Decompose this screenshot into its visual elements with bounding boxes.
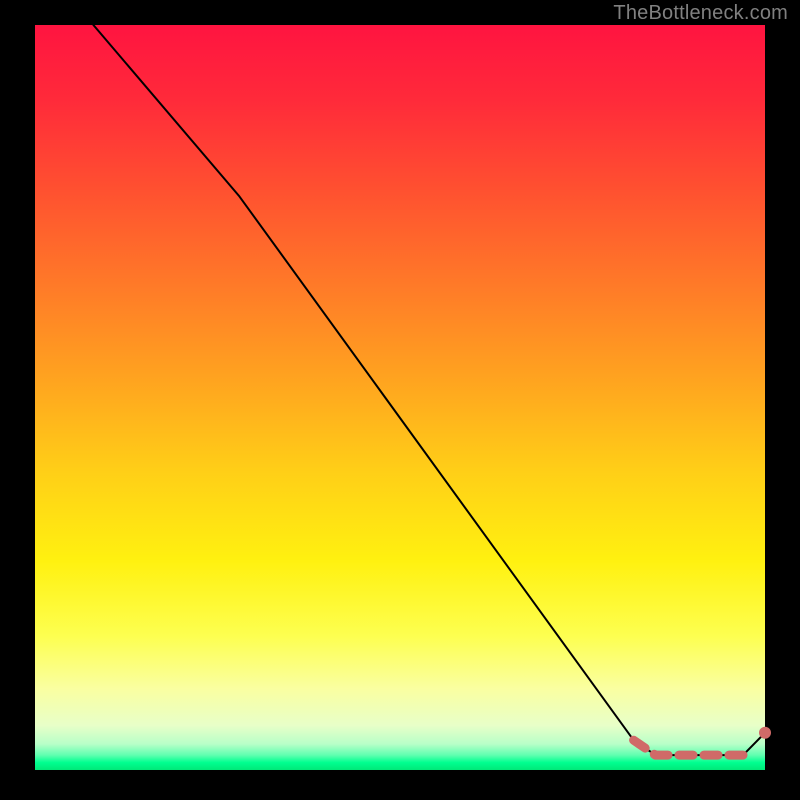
end-marker-dot bbox=[759, 727, 771, 739]
bottleneck-curve-path bbox=[93, 25, 765, 755]
chart-frame: TheBottleneck.com bbox=[0, 0, 800, 800]
recommended-range-path bbox=[634, 740, 744, 755]
watermark-text: TheBottleneck.com bbox=[613, 2, 788, 25]
plot-area bbox=[35, 25, 765, 770]
chart-overlay bbox=[35, 25, 765, 770]
